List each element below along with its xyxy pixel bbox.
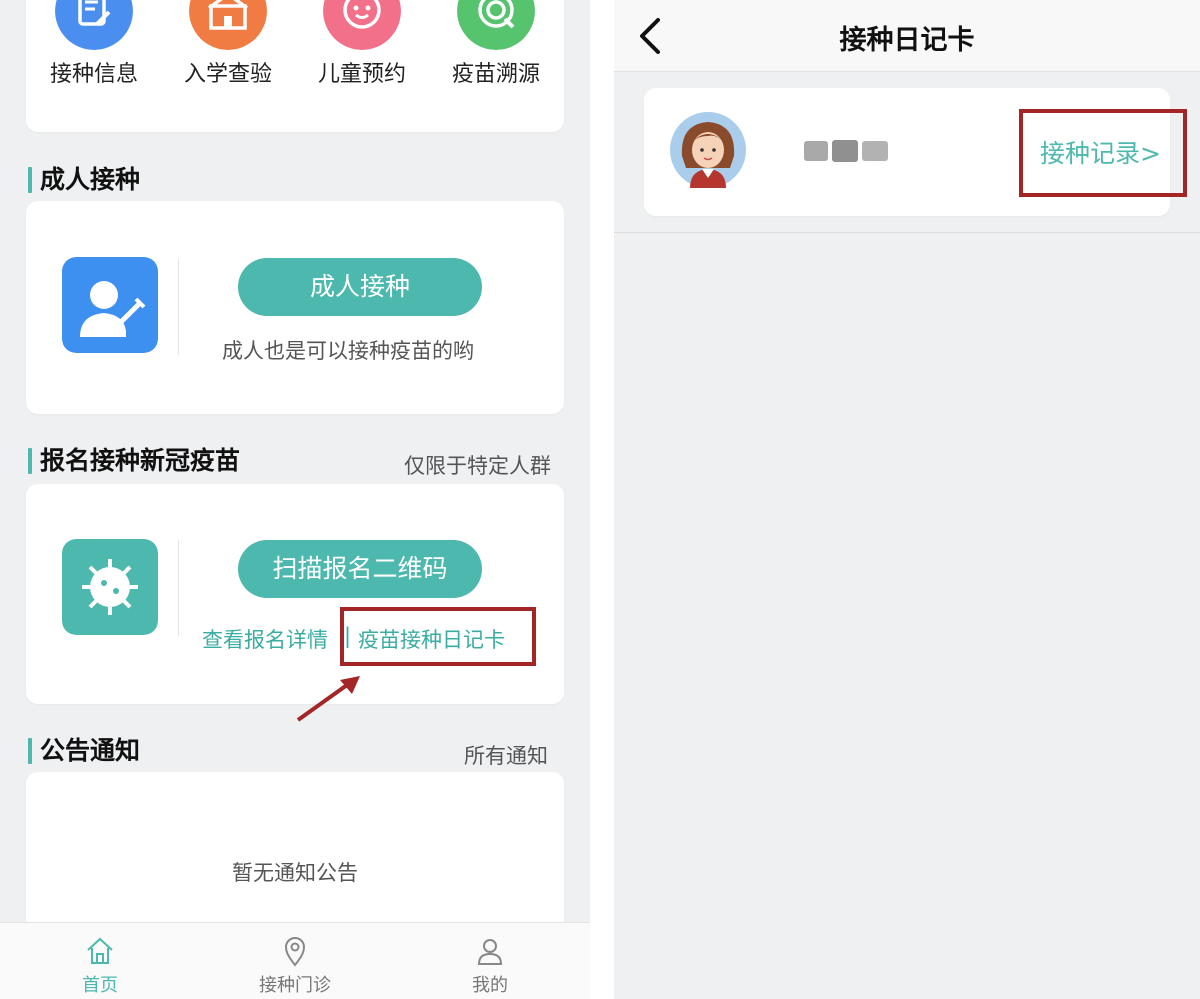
quick-item-label: 儿童预约: [317, 62, 406, 87]
nav-label: 首页: [82, 975, 118, 996]
record-link-highlight-box: [1019, 109, 1187, 197]
quick-item-label: 入学查验: [183, 62, 272, 87]
covid-section-title: 报名接种新冠疫苗: [28, 447, 240, 475]
vaccination-diary-screen: 接种日记卡 接种记录>: [614, 0, 1200, 999]
bottom-navigation: 首页 接种门诊 我的: [0, 922, 590, 999]
quick-item-label: 疫苗溯源: [451, 62, 540, 87]
notice-section-title: 公告通知: [28, 737, 140, 765]
view-registration-details-link[interactable]: 查看报名详情: [202, 624, 328, 654]
all-notices-link[interactable]: 所有通知: [464, 740, 548, 770]
adult-vaccination-card: 成人接种 成人也是可以接种疫苗的哟: [26, 201, 564, 414]
virus-icon: [62, 539, 158, 635]
pointer-arrow-icon: [296, 676, 360, 722]
baby-face-icon: [323, 0, 401, 50]
notice-card: 暂无通知公告: [26, 772, 564, 942]
quick-item-label: 接种信息: [49, 62, 138, 87]
school-icon: [189, 0, 267, 50]
home-icon: [87, 937, 113, 964]
quick-actions-card: 接种信息 入学查验 儿童预约 疫苗溯源: [26, 0, 564, 132]
user-icon: [477, 939, 503, 965]
home-screen: 接种信息 入学查验 儿童预约 疫苗溯源 成人接种 成人接种 成人也是可以接种疫苗…: [0, 0, 590, 999]
card-divider: [178, 259, 179, 355]
navigation-bar: 接种日记卡: [614, 0, 1200, 72]
blurred-username: [804, 140, 888, 162]
scan-registration-qr-button[interactable]: 扫描报名二维码: [238, 540, 482, 598]
adult-vaccination-button[interactable]: 成人接种: [238, 258, 482, 316]
adult-vaccination-hint: 成人也是可以接种疫苗的哟: [222, 339, 474, 363]
covid-section-aside: 仅限于特定人群: [404, 454, 551, 478]
diary-link-highlight-box: [340, 607, 536, 666]
doctor-syringe-icon: [62, 257, 158, 353]
divider: [614, 232, 1200, 233]
location-pin-icon: [284, 937, 306, 967]
document-edit-icon: [55, 0, 133, 50]
covid-registration-card: 扫描报名二维码 查看报名详情 | 疫苗接种日记卡: [26, 484, 564, 704]
nav-label: 我的: [472, 975, 508, 996]
panel-gap: [590, 0, 614, 999]
card-divider: [178, 540, 179, 636]
adult-section-title: 成人接种: [28, 166, 140, 194]
no-notice-text: 暂无通知公告: [232, 861, 358, 885]
nav-label: 接种门诊: [259, 975, 331, 996]
page-title: 接种日记卡: [839, 25, 975, 56]
trace-icon: [457, 0, 535, 50]
avatar: [670, 112, 746, 188]
